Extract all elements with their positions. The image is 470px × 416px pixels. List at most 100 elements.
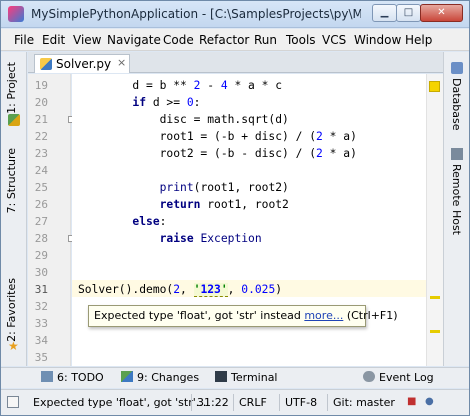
warning-marker[interactable] xyxy=(430,330,440,333)
code-line[interactable]: Solver().demo(2, '123', 0.025) xyxy=(78,283,282,297)
terminal-label: Terminal xyxy=(231,371,278,384)
code-line[interactable]: d = b ** 2 - 4 * a * c xyxy=(78,79,282,92)
pycharm-app-icon xyxy=(8,6,24,22)
editor-gutter: 19 20 21 22 23 24 25 26 27 28 29 30 31 32 33 34 35 xyxy=(28,74,71,366)
title-bar: MySimplePythonApplication - [C:\SamplesP… xyxy=(1,1,469,28)
error-stripe xyxy=(426,74,443,366)
menu-window[interactable]: Window xyxy=(354,33,401,47)
menu-edit[interactable]: Edit xyxy=(42,33,65,47)
event-log-label: Event Log xyxy=(379,371,434,384)
line-number: 34 xyxy=(34,334,48,347)
line-number: 31 xyxy=(34,283,48,296)
changes-label: 9: Changes xyxy=(137,371,200,384)
editor-tab-solver[interactable]: Solver.py × xyxy=(34,54,130,73)
todo-label: 6: TODO xyxy=(57,371,104,384)
code-line[interactable]: else: xyxy=(78,215,166,228)
line-number: 19 xyxy=(34,79,48,92)
code-line[interactable]: raise Exception xyxy=(78,232,262,245)
tool-windows-toggle-icon[interactable] xyxy=(7,396,19,408)
status-separator xyxy=(327,394,328,411)
menu-refactor[interactable]: Refactor xyxy=(199,33,249,47)
remote-host-icon xyxy=(451,148,463,160)
star-icon: ★ xyxy=(8,339,19,353)
line-number: 28 xyxy=(34,232,48,245)
line-number: 21 xyxy=(34,113,48,126)
tool-tab-database[interactable]: Database xyxy=(450,78,463,131)
code-line[interactable]: print(root1, root2) xyxy=(78,181,289,194)
code-line[interactable]: root1 = (-b + disc) / (2 * a) xyxy=(78,130,357,143)
line-number: 22 xyxy=(34,130,48,143)
terminal-icon xyxy=(215,371,227,382)
close-icon: ✕ xyxy=(437,7,446,18)
inspection-tooltip: Expected type 'float', got 'str' instead… xyxy=(88,305,398,327)
tooltip-message: Expected type 'float', got 'str' instead xyxy=(94,309,305,322)
menu-tools[interactable]: Tools xyxy=(286,33,316,47)
status-caret-position[interactable]: 31:22 xyxy=(197,396,229,409)
status-encoding[interactable]: UTF-8 xyxy=(285,396,317,409)
maximize-icon: □ xyxy=(403,7,414,18)
menu-help[interactable]: Help xyxy=(405,33,432,47)
line-number: 24 xyxy=(34,164,48,177)
code-line[interactable]: root2 = (-b - disc) / (2 * a) xyxy=(78,147,357,160)
status-separator xyxy=(191,394,192,411)
tooltip-shortcut: (Ctrl+F1) xyxy=(343,309,398,322)
line-number: 23 xyxy=(34,147,48,160)
minimize-icon: ▁ xyxy=(380,7,389,18)
maximize-button[interactable]: □ xyxy=(396,4,421,22)
tool-tab-project[interactable]: 1: Project xyxy=(5,62,18,114)
changes-icon xyxy=(121,371,133,382)
tool-tab-favorites[interactable]: 2: Favorites xyxy=(5,278,18,342)
window-title: MySimplePythonApplication - [C:\SamplesP… xyxy=(31,7,361,21)
todo-icon xyxy=(41,371,53,382)
line-number: 29 xyxy=(34,249,48,262)
code-line[interactable]: if d >= 0: xyxy=(78,96,200,109)
line-number: 30 xyxy=(34,266,48,279)
menu-vcs[interactable]: VCS xyxy=(322,33,346,47)
tool-button-event-log[interactable]: Event Log xyxy=(363,371,434,384)
status-vcs-branch[interactable]: Git: master xyxy=(333,396,395,409)
code-line[interactable]: disc = math.sqrt(d) xyxy=(78,113,289,126)
tab-close-icon[interactable]: × xyxy=(117,56,126,69)
close-button[interactable]: ✕ xyxy=(420,4,463,22)
line-number: 35 xyxy=(34,351,48,364)
lock-icon[interactable]: ■ xyxy=(407,396,416,407)
right-tool-strip: Database Remote Host xyxy=(443,52,469,366)
ide-window: MySimplePythonApplication - [C:\SamplesP… xyxy=(0,0,470,416)
event-log-icon xyxy=(363,371,375,382)
warning-marker[interactable] xyxy=(430,296,440,299)
menu-file[interactable]: File xyxy=(14,33,34,47)
project-icon xyxy=(8,114,20,126)
line-number: 25 xyxy=(34,181,48,194)
menu-code[interactable]: Code xyxy=(163,33,194,47)
status-separator xyxy=(233,394,234,411)
minimize-button[interactable]: ▁ xyxy=(372,4,397,22)
status-bar: Expected type 'float', got 'str'... 31:2… xyxy=(1,389,469,415)
python-file-icon xyxy=(40,58,52,70)
bottom-tool-bar: 6: TODO 9: Changes Terminal Event Log xyxy=(1,367,469,388)
tooltip-more-link[interactable]: more... xyxy=(304,309,343,322)
inspection-status-icon[interactable] xyxy=(429,81,440,92)
database-icon xyxy=(451,62,463,74)
line-number: 20 xyxy=(34,96,48,109)
status-line-separator[interactable]: CRLF xyxy=(239,396,267,409)
menu-run[interactable]: Run xyxy=(254,33,277,47)
status-separator xyxy=(279,394,280,411)
line-number: 32 xyxy=(34,300,48,313)
editor-tab-bar: Solver.py × xyxy=(28,52,443,73)
tool-tab-remote-host[interactable]: Remote Host xyxy=(450,164,463,235)
tool-tab-structure[interactable]: 7: Structure xyxy=(5,148,18,213)
status-message: Expected type 'float', got 'str'... xyxy=(33,396,207,409)
string-literal: '123' xyxy=(193,283,228,297)
code-line[interactable]: return root1, root2 xyxy=(78,198,289,211)
line-number: 27 xyxy=(34,215,48,228)
menu-view[interactable]: View xyxy=(73,33,101,47)
line-number: 26 xyxy=(34,198,48,211)
tool-button-terminal[interactable]: Terminal xyxy=(215,371,278,384)
tool-button-todo[interactable]: 6: TODO xyxy=(41,371,104,384)
inspector-icon[interactable]: ● xyxy=(425,396,434,407)
menu-bar: File Edit View Navigate Code Refactor Ru… xyxy=(1,29,469,51)
menu-navigate[interactable]: Navigate xyxy=(107,33,161,47)
editor-tab-label: Solver.py xyxy=(56,57,112,71)
tool-button-changes[interactable]: 9: Changes xyxy=(121,371,199,384)
line-number: 33 xyxy=(34,317,48,330)
